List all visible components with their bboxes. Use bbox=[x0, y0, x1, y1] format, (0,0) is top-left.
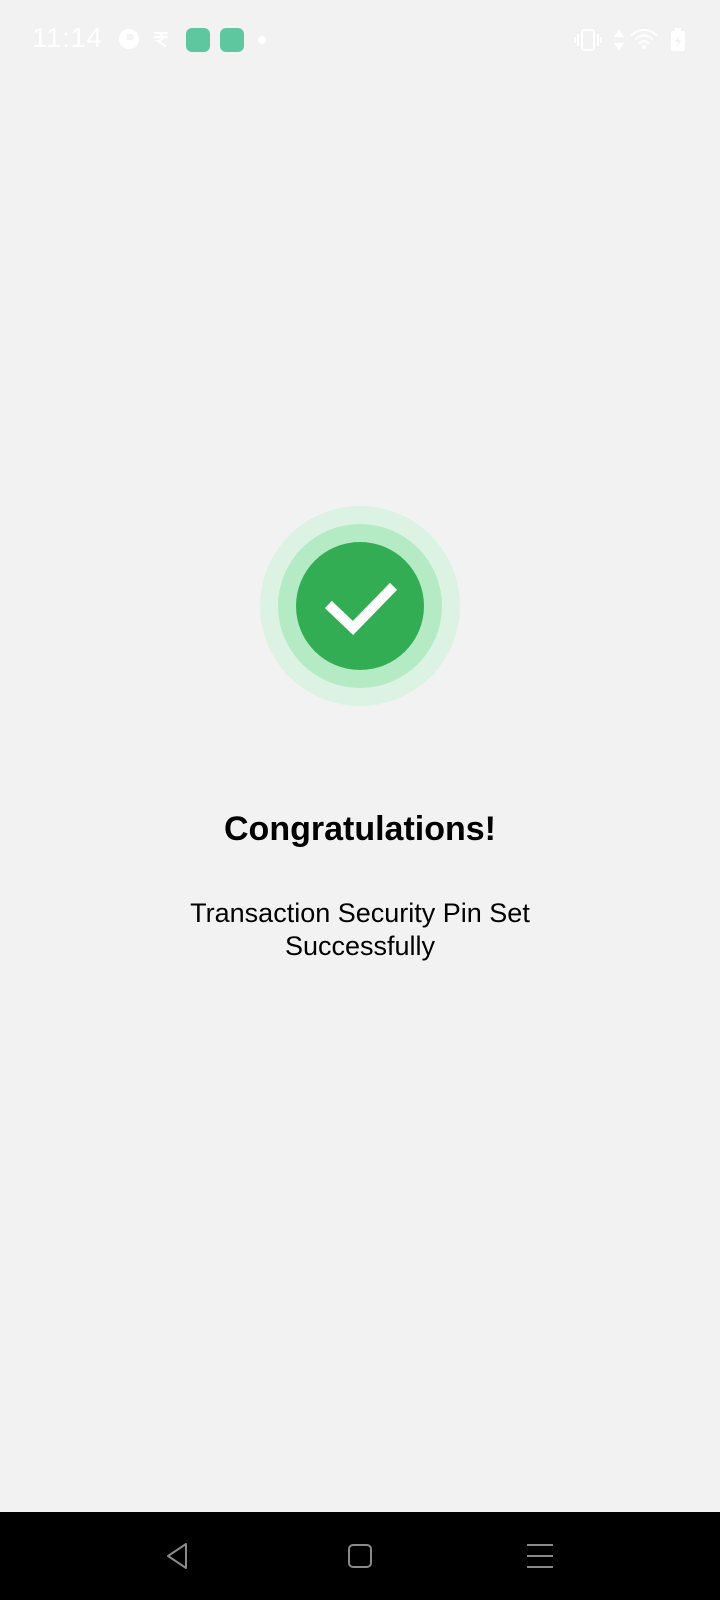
app-badge-icon bbox=[186, 28, 210, 52]
rupee-app-icon bbox=[154, 32, 168, 47]
system-nav-bar bbox=[0, 1512, 720, 1600]
home-icon[interactable] bbox=[340, 1536, 380, 1576]
back-icon[interactable] bbox=[158, 1536, 198, 1576]
status-time: 11:14 bbox=[32, 22, 103, 53]
success-title: Congratulations! bbox=[224, 810, 496, 848]
status-bar: 11:14 bbox=[0, 0, 720, 80]
success-message: Transaction Security Pin Set Successfull… bbox=[190, 898, 530, 961]
battery-icon bbox=[671, 28, 685, 51]
data-arrows-icon bbox=[614, 29, 624, 51]
app-logo-icon bbox=[119, 29, 139, 49]
app-badge-icon bbox=[220, 28, 244, 52]
vibrate-icon bbox=[574, 29, 602, 51]
success-screen: 11:14 Congratulations! Transaction Secur… bbox=[0, 0, 720, 1600]
wifi-icon bbox=[631, 29, 657, 49]
notification-dot-icon bbox=[258, 36, 266, 44]
menu-icon[interactable] bbox=[520, 1536, 560, 1576]
success-check-icon bbox=[260, 506, 460, 706]
